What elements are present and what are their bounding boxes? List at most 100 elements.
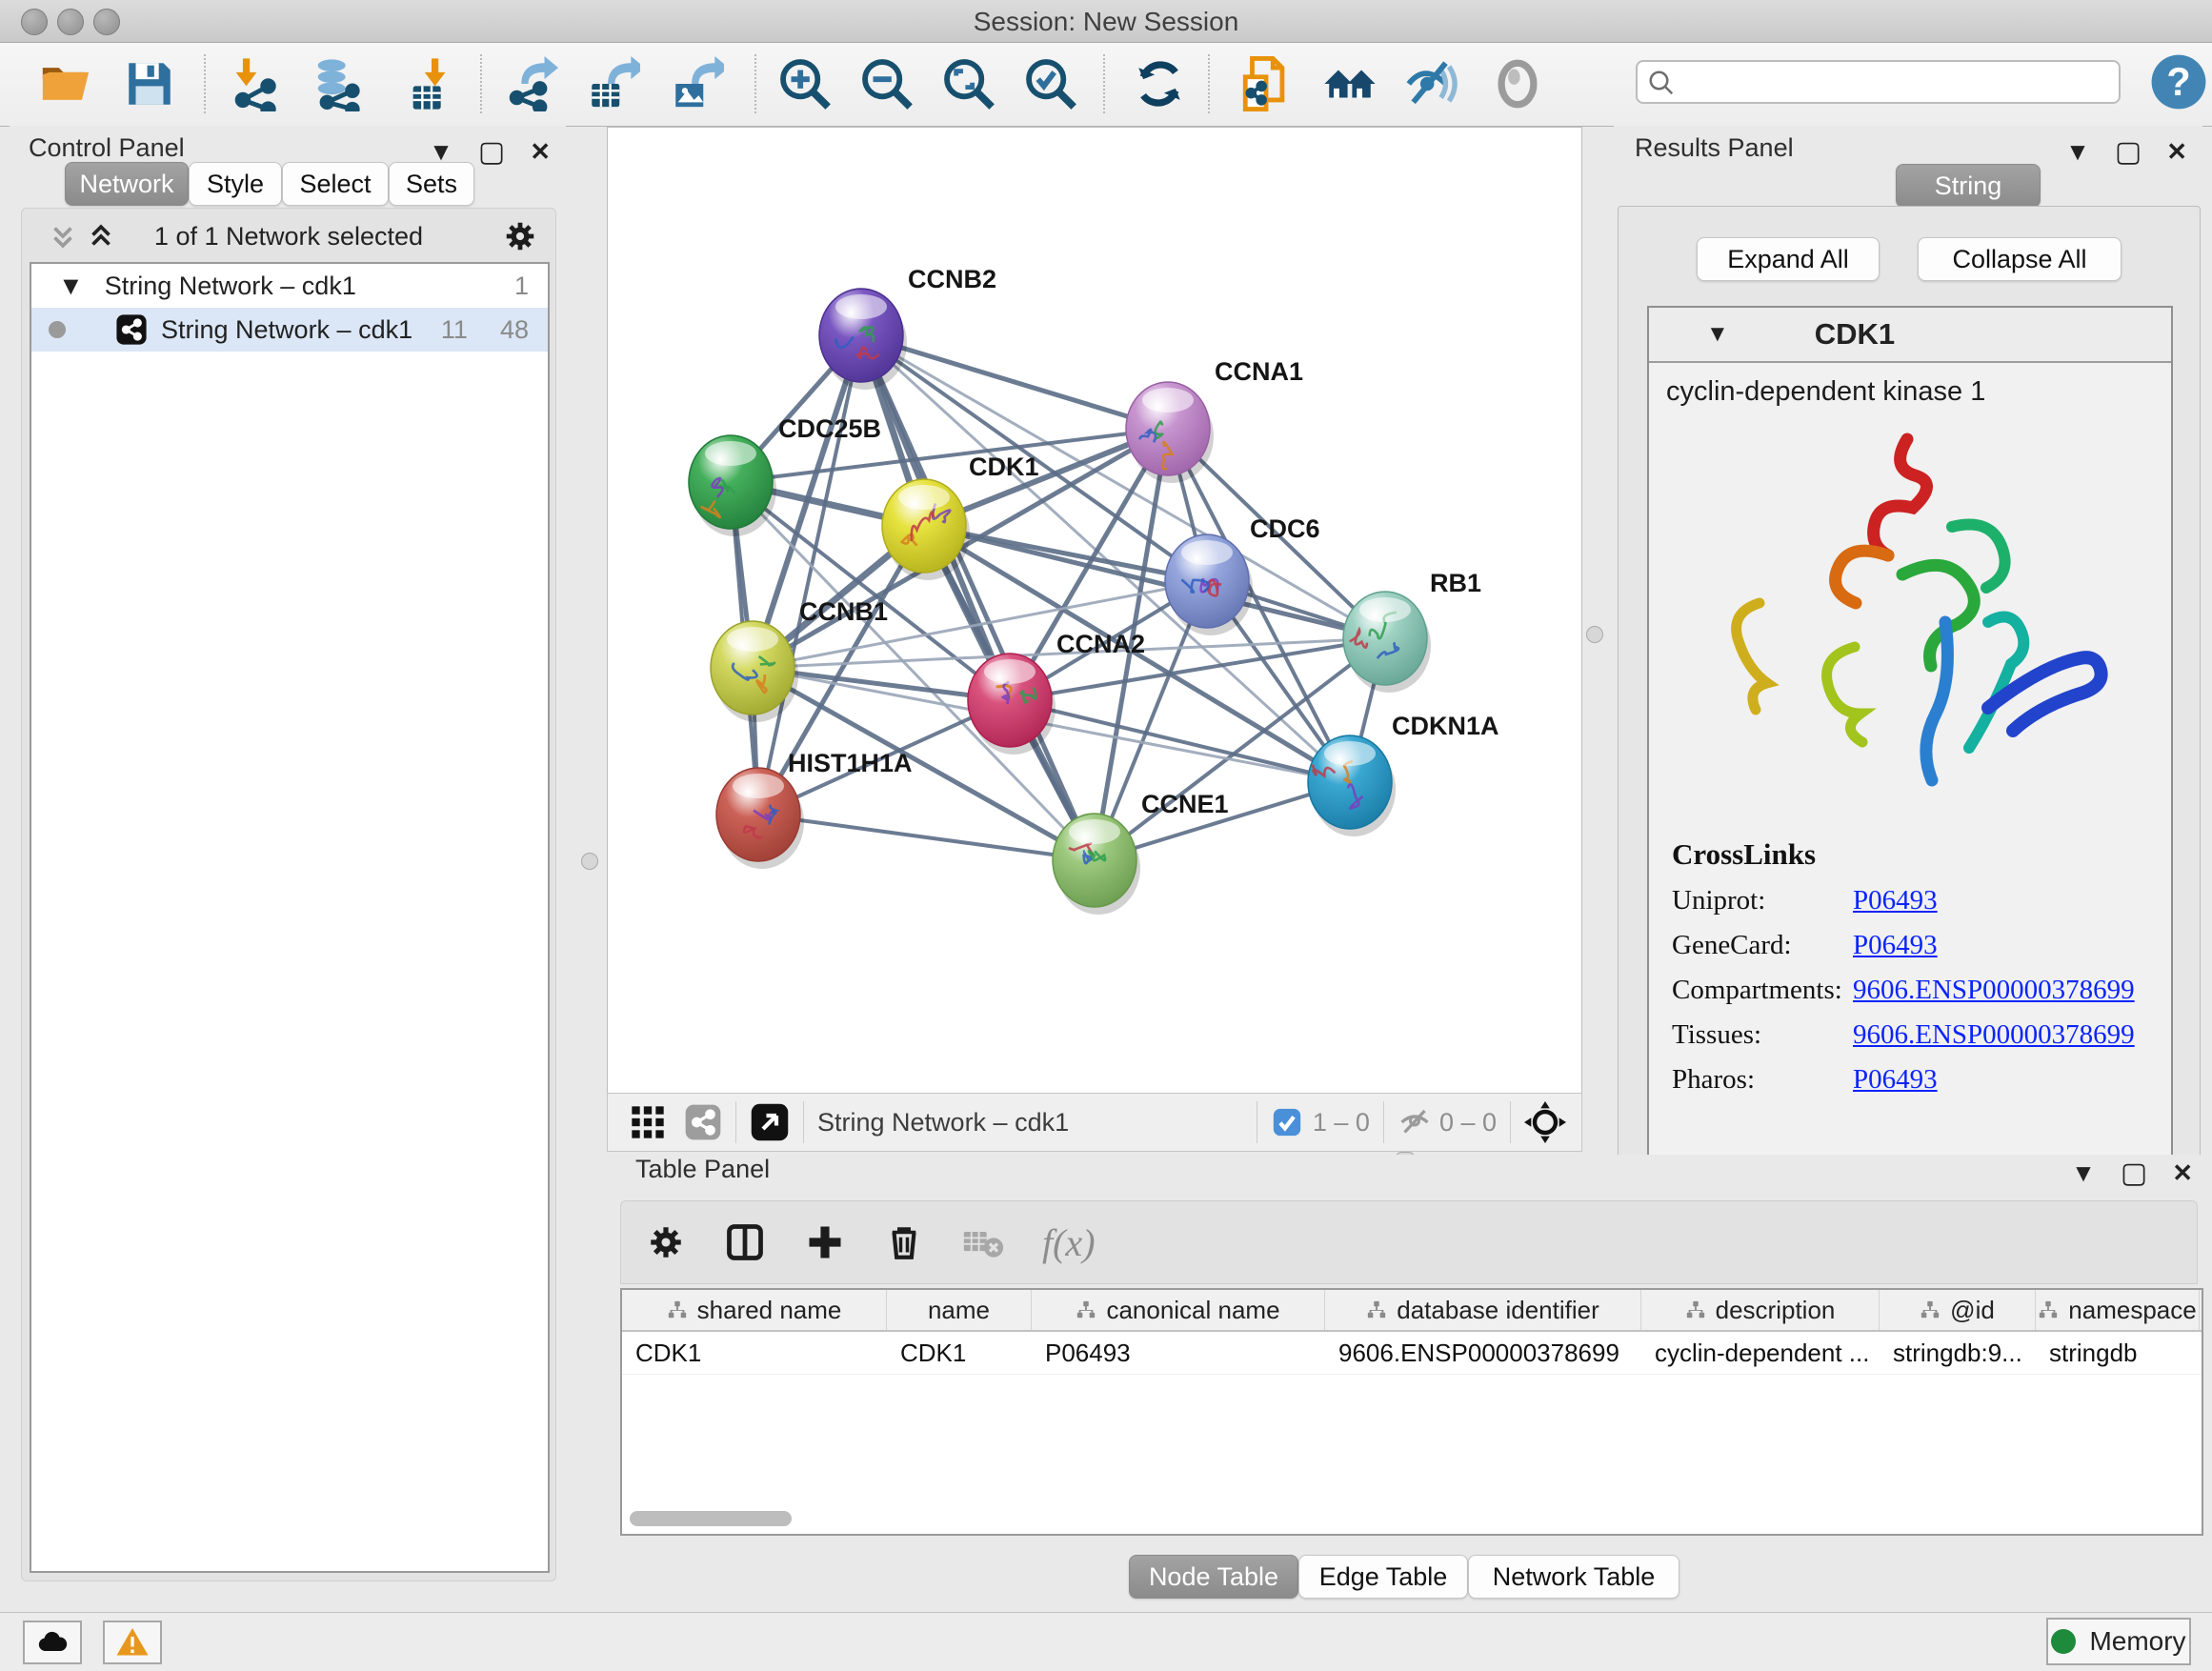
open-session-icon[interactable] <box>38 56 93 111</box>
search-input[interactable] <box>1636 60 2121 104</box>
network-edge[interactable] <box>861 335 1168 429</box>
network-collection-row[interactable]: ▼ String Network – cdk1 1 <box>31 264 548 308</box>
help-icon[interactable]: ? <box>2149 52 2204 108</box>
column-header-namespace[interactable]: namespace <box>2036 1290 2200 1330</box>
collapse-all-button[interactable]: Collapse All <box>1918 237 2122 281</box>
hidden-eye-waves-icon[interactable] <box>1404 56 1459 111</box>
table-cell[interactable]: stringdb <box>2036 1332 2200 1374</box>
zoom-in-icon[interactable] <box>777 56 833 111</box>
network-node-CCNA1[interactable]: CCNA1 <box>1126 357 1303 483</box>
table-horizontal-scrollbar[interactable] <box>630 1511 792 1526</box>
import-network-from-database-icon[interactable] <box>309 56 364 111</box>
export-table-icon[interactable] <box>585 56 640 111</box>
network-node-RB1[interactable]: RB1 <box>1343 569 1481 693</box>
zoom-fit-icon[interactable] <box>941 56 996 111</box>
close-panel-icon[interactable]: ✕ <box>2172 1158 2193 1188</box>
close-panel-icon[interactable]: ✕ <box>530 137 551 167</box>
selected-checkbox-icon[interactable] <box>1271 1106 1303 1138</box>
tab-node-table[interactable]: Node Table <box>1129 1555 1298 1599</box>
expand-all-button[interactable]: Expand All <box>1697 237 1880 281</box>
table-cell[interactable]: CDK1 <box>622 1332 887 1374</box>
network-node-CDKN1A[interactable]: CDKN1A <box>1308 712 1499 836</box>
table-settings-gear-icon[interactable] <box>646 1222 686 1262</box>
entry-disclosure-icon[interactable]: ▼ <box>1706 321 1729 348</box>
tab-select[interactable]: Select <box>282 162 389 206</box>
crosslink-label: Pharos: <box>1672 1064 1853 1096</box>
column-type-icon <box>1685 1299 1706 1320</box>
crosslink-link[interactable]: 9606.ENSP00000378699 <box>1853 975 2135 1006</box>
right-splitter-handle[interactable] <box>1586 626 1603 643</box>
float-panel-icon[interactable]: ▢ <box>2121 1157 2147 1190</box>
control-panel-title: Control Panel <box>29 133 185 163</box>
close-panel-icon[interactable]: ✕ <box>2166 137 2187 167</box>
open-in-new-window-icon[interactable] <box>750 1102 790 1142</box>
grey-eye-icon[interactable] <box>1490 56 1545 111</box>
column-header-canonical-name[interactable]: canonical name <box>1032 1290 1325 1330</box>
tab-network[interactable]: Network <box>65 162 189 206</box>
add-column-icon[interactable] <box>804 1221 846 1263</box>
column-header-name[interactable]: name <box>887 1290 1032 1330</box>
network-node-CCNB2[interactable]: CCNB2 <box>819 265 996 390</box>
float-panel-icon[interactable]: ▢ <box>478 135 505 169</box>
tab-style[interactable]: Style <box>189 162 282 206</box>
entry-description: cyclin-dependent kinase 1 <box>1666 376 1985 408</box>
node-label: CDC6 <box>1250 514 1320 543</box>
float-panel-icon[interactable]: ▢ <box>2115 135 2142 169</box>
cloud-button[interactable] <box>23 1621 82 1664</box>
tab-string[interactable]: String <box>1896 164 2041 208</box>
network-options-gear-icon[interactable] <box>502 218 538 254</box>
network-edge[interactable] <box>861 335 1095 860</box>
column-header-description[interactable]: description <box>1641 1290 1880 1330</box>
export-image-icon[interactable] <box>669 56 724 111</box>
column-header-shared-name[interactable]: shared name <box>622 1290 887 1330</box>
crosslink-link[interactable]: 9606.ENSP00000378699 <box>1853 1019 2135 1051</box>
tab-network-table[interactable]: Network Table <box>1468 1555 1679 1599</box>
network-edge[interactable] <box>758 335 861 815</box>
birdseye-grid-icon[interactable] <box>629 1103 667 1141</box>
pan-crosshair-icon[interactable] <box>1524 1101 1566 1143</box>
left-splitter-handle[interactable] <box>581 853 598 870</box>
table-cell[interactable]: 9606.ENSP00000378699 <box>1325 1332 1641 1374</box>
delete-table-icon[interactable] <box>962 1221 1004 1263</box>
crosslink-link[interactable]: P06493 <box>1853 885 1938 916</box>
zoom-out-icon[interactable] <box>859 56 915 111</box>
table-cell[interactable]: P06493 <box>1032 1332 1325 1374</box>
import-table-from-file-icon[interactable] <box>404 56 459 111</box>
memory-status-dot <box>2051 1629 2076 1654</box>
network-canvas[interactable]: CCNB2CCNA1CDC25BCDK1CDC6RB1CCNB1CCNA2CDK… <box>607 127 1582 1094</box>
table-cell[interactable]: CDK1 <box>887 1332 1032 1374</box>
node-label: CCNB1 <box>799 597 888 626</box>
table-row[interactable]: CDK1CDK1P064939606.ENSP00000378699cyclin… <box>622 1332 2202 1375</box>
node-label: CDC25B <box>778 414 881 443</box>
tab-sets[interactable]: Sets <box>389 162 474 206</box>
save-session-icon[interactable] <box>122 56 177 111</box>
network-node-HIST1H1A[interactable]: HIST1H1A <box>716 749 913 869</box>
network-row-selected[interactable]: String Network – cdk1 11 48 <box>31 308 548 352</box>
import-network-from-file-icon[interactable] <box>227 56 282 111</box>
delete-column-icon[interactable] <box>884 1222 924 1262</box>
tab-edge-table[interactable]: Edge Table <box>1298 1555 1468 1599</box>
column-header-@id[interactable]: @id <box>1880 1290 2036 1330</box>
memory-button[interactable]: Memory <box>2046 1618 2191 1665</box>
table-cell[interactable]: stringdb:9... <box>1880 1332 2036 1374</box>
warning-button[interactable] <box>103 1621 162 1664</box>
collection-disclosure-icon[interactable]: ▼ <box>58 272 84 301</box>
network-node-CCNE1[interactable]: CCNE1 <box>1053 790 1229 915</box>
crosslink-link[interactable]: P06493 <box>1853 1064 1938 1096</box>
function-builder-icon[interactable]: f(x) <box>1042 1220 1096 1265</box>
crosslink-link[interactable]: P06493 <box>1853 930 1938 961</box>
document-network-icon[interactable] <box>1238 56 1294 111</box>
panel-menu-icon[interactable]: ▼ <box>2071 1158 2096 1188</box>
refresh-view-icon[interactable] <box>1132 56 1187 111</box>
zoom-selected-icon[interactable] <box>1023 56 1078 111</box>
network-share-icon[interactable] <box>684 1103 722 1141</box>
table-cell[interactable]: cyclin-dependent ... <box>1641 1332 1880 1374</box>
hidden-eye-slash-icon[interactable] <box>1398 1105 1432 1139</box>
houses-icon[interactable] <box>1322 56 1377 111</box>
result-entry-header[interactable]: ▼ CDK1 <box>1649 308 2171 363</box>
export-network-icon[interactable] <box>503 56 558 111</box>
columns-icon[interactable] <box>724 1221 766 1263</box>
panel-menu-icon[interactable]: ▼ <box>2065 137 2090 167</box>
column-header-database-identifier[interactable]: database identifier <box>1325 1290 1641 1330</box>
network-edge[interactable] <box>758 815 1095 860</box>
